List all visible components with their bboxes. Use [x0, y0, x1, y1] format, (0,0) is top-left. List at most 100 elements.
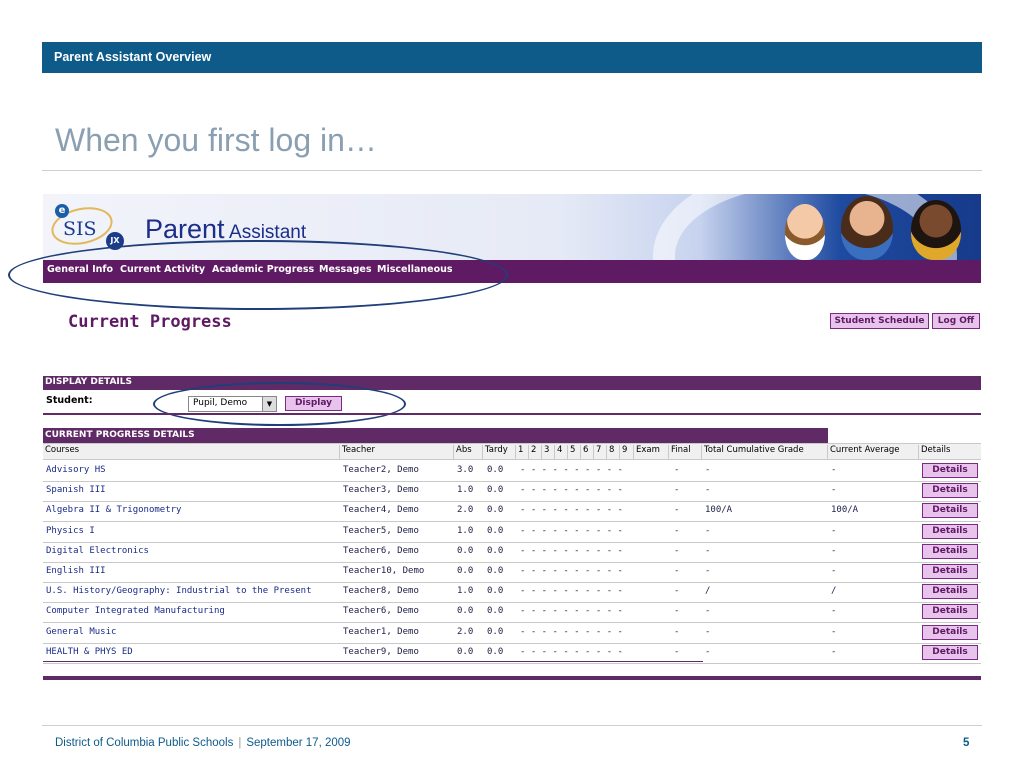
- course-cell[interactable]: Digital Electronics: [46, 546, 149, 556]
- student-photo-girl: [841, 196, 893, 260]
- details-button[interactable]: Details: [922, 564, 978, 579]
- col-courses: Courses: [45, 445, 80, 455]
- logoff-button[interactable]: Log Off: [932, 313, 980, 329]
- footer-divider: [42, 725, 982, 726]
- nav-general-info[interactable]: General Info: [47, 264, 113, 275]
- footer-org: District of Columbia Public Schools: [55, 737, 234, 749]
- title-divider: [42, 170, 982, 171]
- periods-cell: - - - - - - - - - -: [520, 586, 623, 597]
- details-button[interactable]: Details: [922, 624, 978, 640]
- nav-miscellaneous[interactable]: Miscellaneous: [377, 264, 453, 275]
- tardy-cell: 0.0: [487, 525, 504, 536]
- app-banner: e SIS JX Parent Assistant: [43, 194, 981, 260]
- details-button[interactable]: Details: [922, 584, 978, 600]
- course-cell[interactable]: Advisory HS: [46, 465, 106, 475]
- periods-cell: - - - - - - - - - -: [520, 646, 623, 657]
- display-button[interactable]: Display: [285, 396, 342, 411]
- tardy-cell: 0.0: [487, 505, 504, 516]
- course-cell[interactable]: U.S. History/Geography: Industrial to th…: [46, 586, 312, 596]
- total-grade-cell: -: [705, 545, 711, 556]
- col-abs: Abs: [453, 445, 472, 459]
- col-current-average: Current Average: [827, 445, 900, 459]
- table-row: General Music Teacher1, Demo 2.0 0.0 - - - -…: [43, 623, 981, 644]
- current-average-cell: -: [831, 606, 837, 617]
- periods-cell: - - - - - - - - - -: [520, 545, 623, 556]
- display-divider: [43, 413, 981, 415]
- course-cell[interactable]: General Music: [46, 627, 116, 637]
- course-cell[interactable]: HEALTH & PHYS ED: [46, 647, 133, 657]
- col-tardy: Tardy: [482, 445, 508, 459]
- col-p2: 2: [528, 445, 536, 459]
- col-p5: 5: [567, 445, 575, 459]
- abs-cell: 1.0: [457, 485, 474, 496]
- table-row: Advisory HS Teacher2, Demo 3.0 0.0 - - - - -…: [43, 461, 981, 482]
- table-end-line: [43, 661, 703, 662]
- current-average-cell: /: [831, 586, 837, 597]
- footer-date: September 17, 2009: [246, 737, 351, 749]
- display-details-bar: DISPLAY DETAILS: [43, 376, 981, 390]
- nav-messages[interactable]: Messages: [319, 264, 372, 275]
- course-cell[interactable]: Algebra II & Trigonometry: [46, 505, 181, 515]
- slide-header: Parent Assistant Overview: [42, 42, 982, 73]
- student-schedule-button[interactable]: Student Schedule: [830, 313, 929, 329]
- abs-cell: 1.0: [457, 586, 474, 597]
- details-button[interactable]: Details: [922, 543, 978, 559]
- student-photo-girl-2: [911, 200, 961, 260]
- teacher-cell: Teacher9, Demo: [343, 646, 419, 657]
- logo-jx-badge: JX: [106, 232, 124, 250]
- teacher-cell: Teacher4, Demo: [343, 505, 419, 516]
- app-title: Parent Assistant: [145, 214, 306, 245]
- details-button[interactable]: Details: [922, 503, 978, 519]
- periods-cell: - - - - - - - - - -: [520, 626, 623, 637]
- periods-cell: - - - - - - - - - -: [520, 525, 623, 536]
- logo-sis: SIS: [63, 218, 97, 240]
- current-average-cell: -: [831, 525, 837, 536]
- current-average-cell: -: [831, 566, 837, 576]
- table-row: Spanish III Teacher3, Demo 1.0 0.0 - - - - -…: [43, 481, 981, 503]
- abs-cell: 0.0: [457, 566, 474, 576]
- tardy-cell: 0.0: [487, 485, 504, 496]
- teacher-cell: Teacher3, Demo: [343, 485, 419, 496]
- student-select[interactable]: Pupil, Demo ▼: [188, 396, 277, 412]
- nav-academic-progress[interactable]: Academic Progress: [212, 264, 314, 275]
- course-cell[interactable]: Spanish III: [46, 485, 106, 495]
- course-cell[interactable]: Computer Integrated Manufacturing: [46, 606, 225, 616]
- table-header: Courses Teacher Abs Tardy 1 2 3 4 5 6 7 …: [43, 443, 981, 460]
- abs-cell: 2.0: [457, 505, 474, 516]
- total-grade-cell: /: [705, 586, 711, 597]
- details-button[interactable]: Details: [922, 523, 978, 539]
- periods-cell: - - - - - - - - - -: [520, 485, 623, 496]
- details-button[interactable]: Details: [922, 483, 978, 499]
- abs-cell: 1.0: [457, 525, 474, 536]
- logo-e: e: [55, 204, 69, 218]
- course-cell[interactable]: English III: [46, 566, 106, 576]
- student-photo-boy: [785, 204, 825, 260]
- final-cell: -: [674, 646, 680, 657]
- current-average-cell: -: [831, 465, 837, 475]
- tardy-cell: 0.0: [487, 586, 504, 597]
- details-button[interactable]: Details: [922, 644, 978, 660]
- display-details-label: DISPLAY DETAILS: [45, 377, 132, 387]
- col-p8: 8: [606, 445, 614, 459]
- details-button[interactable]: Details: [922, 463, 978, 478]
- col-details: Details: [918, 445, 950, 459]
- teacher-cell: Teacher2, Demo: [343, 465, 419, 475]
- abs-cell: 0.0: [457, 606, 474, 617]
- chevron-down-icon[interactable]: ▼: [262, 397, 276, 411]
- total-grade-cell: -: [705, 626, 711, 637]
- total-grade-cell: -: [705, 485, 711, 496]
- total-grade-cell: -: [705, 465, 711, 475]
- table-row: Algebra II & Trigonometry Teacher4, Demo 2…: [43, 501, 981, 523]
- table-row: English III Teacher10, Demo 0.0 0.0 - - - - …: [43, 562, 981, 583]
- course-cell[interactable]: Physics I: [46, 526, 95, 536]
- final-cell: -: [674, 626, 680, 637]
- nav-current-activity[interactable]: Current Activity: [120, 264, 205, 275]
- total-grade-cell: -: [705, 606, 711, 617]
- details-button[interactable]: Details: [922, 604, 978, 620]
- col-exam: Exam: [633, 445, 660, 459]
- periods-cell: - - - - - - - - - -: [520, 505, 623, 516]
- table-row: Computer Integrated Manufacturing Teacher…: [43, 602, 981, 624]
- table-row: Physics I Teacher5, Demo 1.0 0.0 - - - - - -…: [43, 522, 981, 543]
- abs-cell: 0.0: [457, 545, 474, 556]
- page-heading: Current Progress: [68, 312, 232, 332]
